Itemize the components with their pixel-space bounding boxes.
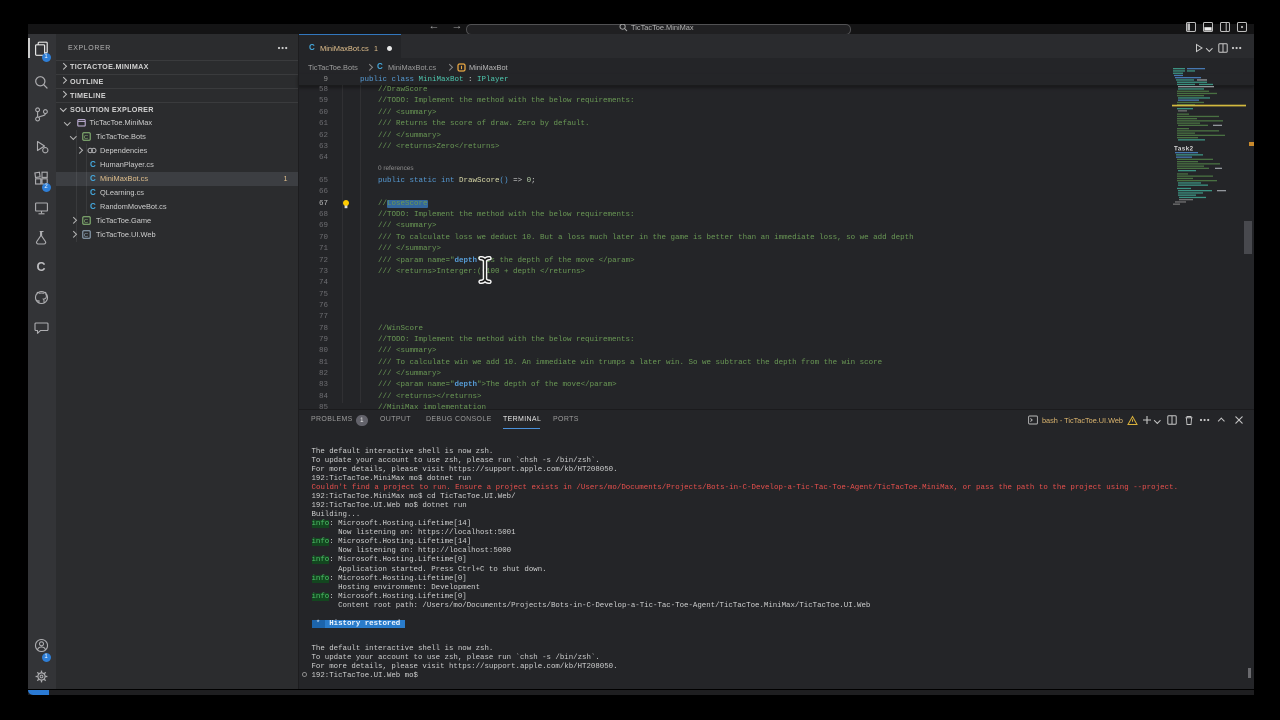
svg-text:C: C	[84, 233, 88, 239]
svg-text:C: C	[84, 135, 88, 141]
svg-text:Task2: Task2	[1174, 146, 1194, 153]
svg-text:C: C	[84, 219, 88, 225]
